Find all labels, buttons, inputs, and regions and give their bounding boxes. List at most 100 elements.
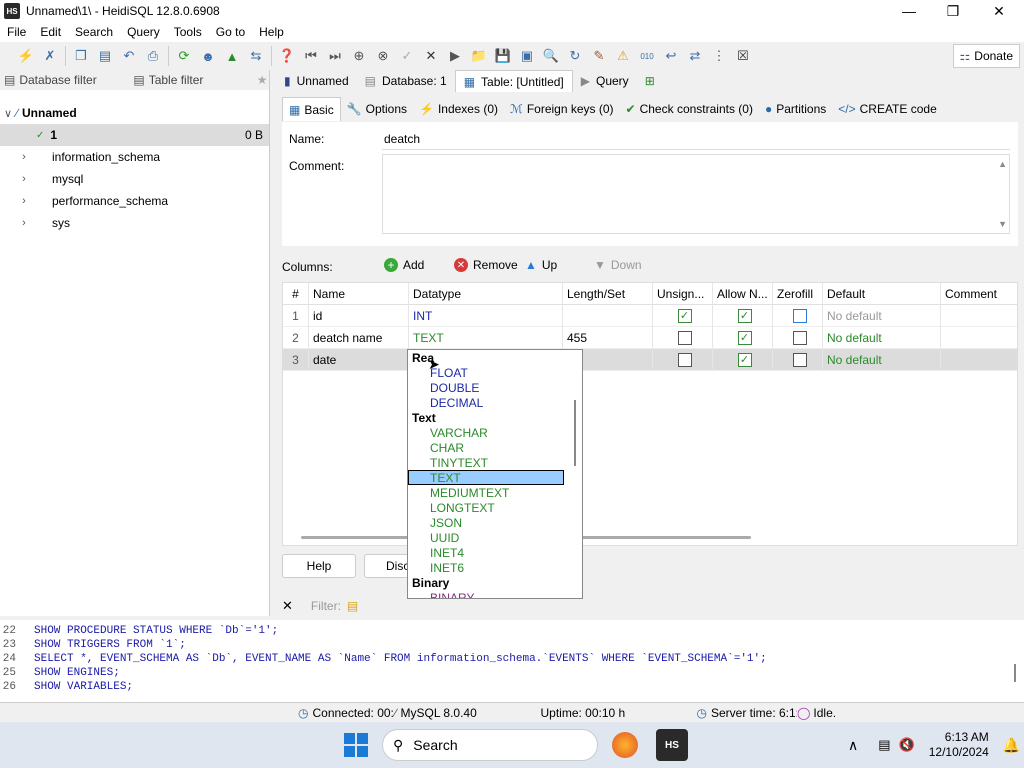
close-window-button[interactable]: ✕	[976, 0, 1022, 22]
datatype-dropdown[interactable]: Rea FLOAT DOUBLE DECIMAL Text VARCHAR CH…	[407, 349, 583, 599]
tab-database[interactable]: ▤ Database: 1	[357, 70, 455, 92]
filter-icon[interactable]: ▤	[347, 599, 358, 613]
allow-null-cell[interactable]: ✓	[713, 326, 773, 349]
import-icon[interactable]: ▲	[221, 45, 243, 67]
zerofill-checkbox[interactable]	[792, 330, 807, 345]
zerofill-cell[interactable]	[773, 348, 823, 371]
sql-log[interactable]: 22 SHOW PROCEDURE STATUS WHERE `Db`='1';…	[0, 620, 1024, 702]
maximize-button[interactable]: ❐	[930, 0, 976, 22]
table-row[interactable]: 1 id INT ✓ ✓ No default	[283, 304, 1017, 327]
allow-null-checkbox[interactable]: ✓	[737, 308, 752, 323]
datatype-option[interactable]: LONGTEXT	[408, 500, 582, 515]
datatype-option[interactable]: TINYTEXT	[408, 455, 582, 470]
menu-edit[interactable]: Edit	[33, 25, 68, 39]
menu-help[interactable]: Help	[252, 25, 291, 39]
open-folder-icon[interactable]: 📁	[468, 45, 490, 67]
tab-table[interactable]: ▦ Table: [Untitled]	[454, 70, 573, 92]
log-scrollbar[interactable]	[1014, 664, 1016, 682]
datatype-option[interactable]: UUID	[408, 530, 582, 545]
zerofill-checkbox[interactable]	[792, 352, 807, 367]
new-query-tab-button[interactable]: ⊞	[637, 70, 663, 92]
allow-null-checkbox[interactable]: ✓	[737, 352, 752, 367]
table-filter-input[interactable]: Table filter	[149, 73, 249, 87]
disconnect-icon[interactable]: ✗	[39, 45, 61, 67]
menu-search[interactable]: Search	[68, 25, 120, 39]
col-header-allow-null[interactable]: Allow N...	[713, 282, 773, 305]
unsigned-checkbox[interactable]: ✓	[677, 308, 692, 323]
column-name-cell[interactable]: deatch name	[309, 326, 409, 349]
tree-node-mysql[interactable]: › mysql	[0, 168, 269, 190]
scroll-down-icon[interactable]: ▼	[998, 219, 1007, 229]
add-column-button[interactable]: + Add	[384, 258, 424, 272]
col-header-length[interactable]: Length/Set	[563, 282, 653, 305]
sync-icon[interactable]: ⇄	[684, 45, 706, 67]
allow-null-cell[interactable]: ✓	[713, 348, 773, 371]
menu-tools[interactable]: Tools	[167, 25, 209, 39]
copy-icon[interactable]: ❐	[70, 45, 92, 67]
network-icon[interactable]: ▤	[878, 737, 890, 753]
remove-column-button[interactable]: ✕ Remove	[454, 258, 518, 272]
export-icon[interactable]: ⇆	[245, 45, 267, 67]
unsigned-checkbox[interactable]	[677, 330, 692, 345]
tree-node-unnamed[interactable]: ∨ ∕ Unnamed	[0, 102, 269, 124]
chevron-down-icon[interactable]: ∨	[0, 107, 16, 120]
chevron-up-icon[interactable]: ∧	[848, 737, 858, 754]
dropdown-scrollbar[interactable]	[574, 400, 576, 466]
col-header-zerofill[interactable]: Zerofill	[773, 282, 823, 305]
col-header-default[interactable]: Default	[823, 282, 941, 305]
users-icon[interactable]: ☻	[197, 45, 219, 67]
table-row[interactable]: 2 deatch name TEXT 455 ✓ No default	[283, 326, 1017, 349]
close-icon[interactable]: ✕	[282, 598, 293, 614]
allow-null-checkbox[interactable]: ✓	[737, 330, 752, 345]
add-row-icon[interactable]: ⊕	[348, 45, 370, 67]
paste-icon[interactable]: ▤	[94, 45, 116, 67]
col-header-comment[interactable]: Comment	[941, 283, 1017, 305]
datatype-option[interactable]: DECIMAL	[408, 395, 582, 410]
scroll-up-icon[interactable]: ▲	[998, 159, 1007, 169]
default-cell[interactable]: No default	[823, 326, 941, 349]
tab-query[interactable]: ▶ Query	[573, 70, 637, 92]
move-up-button[interactable]: ▲ Up	[525, 258, 557, 272]
default-cell[interactable]: No default	[823, 348, 941, 371]
unsigned-cell[interactable]	[653, 326, 713, 349]
datatype-option[interactable]: CHAR	[408, 440, 582, 455]
last-icon[interactable]: ⏭	[324, 45, 346, 67]
start-button[interactable]	[344, 733, 368, 757]
datatype-option[interactable]: JSON	[408, 515, 582, 530]
table-row[interactable]: 3 date 5 ✓ No default	[283, 348, 1017, 371]
column-name-cell[interactable]: date	[309, 348, 409, 371]
comment-cell[interactable]	[941, 349, 1017, 371]
first-icon[interactable]: ⏮	[300, 45, 322, 67]
tab-host[interactable]: ▮ Unnamed	[276, 70, 357, 92]
datatype-option[interactable]: INET6	[408, 560, 582, 575]
delete-row-icon[interactable]: ⊗	[372, 45, 394, 67]
col-header-name[interactable]: Name	[309, 282, 409, 305]
connect-icon[interactable]: ⚡	[15, 45, 37, 67]
zerofill-cell[interactable]	[773, 304, 823, 327]
chevron-right-icon[interactable]: ›	[16, 217, 32, 229]
chevron-right-icon[interactable]: ›	[16, 173, 32, 185]
cancel-icon[interactable]: ✕	[420, 45, 442, 67]
undo-icon[interactable]: ↶	[118, 45, 140, 67]
length-cell[interactable]	[563, 304, 653, 327]
volume-icon[interactable]: 🔇	[899, 737, 915, 753]
move-down-button[interactable]: ▼ Down	[594, 258, 642, 272]
length-cell[interactable]: 455	[563, 326, 653, 349]
unsigned-checkbox[interactable]	[677, 352, 692, 367]
help-button[interactable]: Help	[282, 554, 356, 578]
default-cell[interactable]: No default	[823, 304, 941, 327]
subtab-indexes[interactable]: ⚡ Indexes (0)	[413, 97, 504, 121]
comment-cell[interactable]	[941, 305, 1017, 327]
datatype-cell[interactable]: INT	[409, 304, 563, 327]
comment-cell[interactable]	[941, 327, 1017, 349]
zerofill-cell[interactable]	[773, 326, 823, 349]
chevron-right-icon[interactable]: ›	[16, 195, 32, 207]
allow-null-cell[interactable]: ✓	[713, 304, 773, 327]
subtab-basic[interactable]: ▦ Basic	[282, 97, 341, 121]
subtab-options[interactable]: 🔧 Options	[341, 97, 413, 121]
datatype-option[interactable]: DOUBLE	[408, 380, 582, 395]
menu-goto[interactable]: Go to	[209, 25, 252, 39]
subtab-partitions[interactable]: ● Partitions	[759, 97, 832, 121]
column-name-cell[interactable]: id	[309, 304, 409, 327]
binary-icon[interactable]: 010	[636, 45, 658, 67]
